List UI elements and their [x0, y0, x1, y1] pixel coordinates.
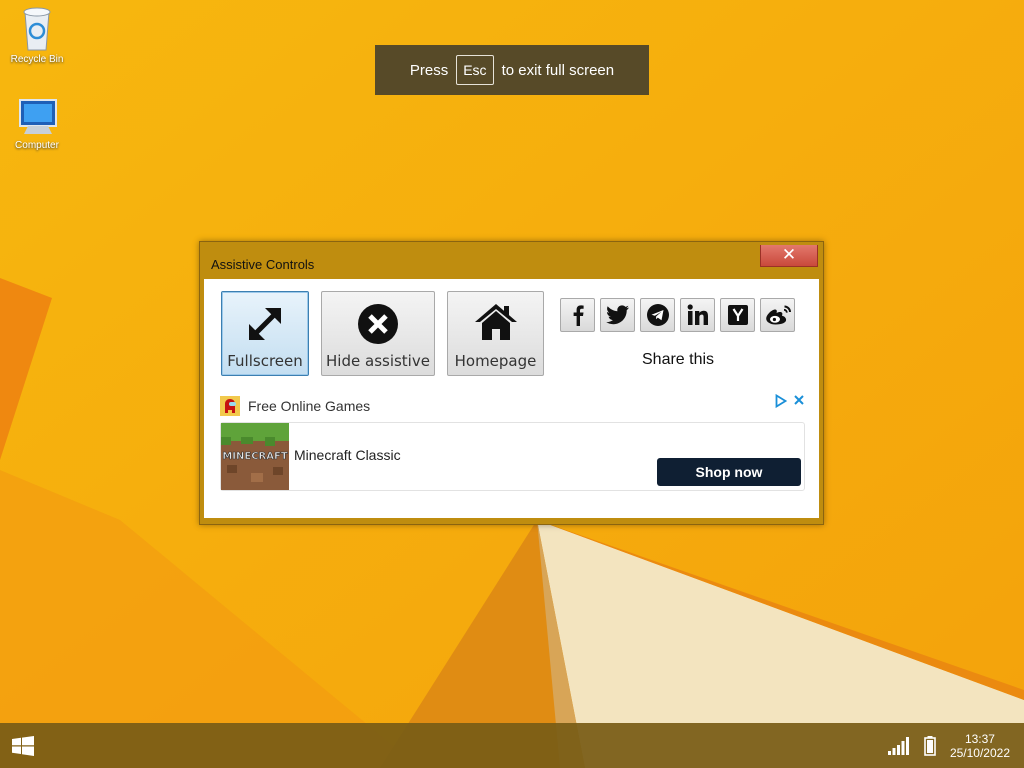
notice-suffix: to exit full screen [501, 61, 615, 79]
fullscreen-exit-notice: Press Esc to exit full screen [375, 45, 649, 95]
battery-icon[interactable] [924, 735, 936, 756]
homepage-button[interactable]: Homepage [447, 291, 544, 376]
ad-sponsor-header: Free Online Games [220, 396, 370, 416]
telegram-icon [646, 304, 669, 326]
ycombinator-icon [727, 305, 748, 325]
facebook-icon [573, 305, 584, 326]
share-this-label: Share this [642, 351, 715, 368]
close-button[interactable]: ✕ [760, 245, 818, 267]
network-signal-icon[interactable] [887, 736, 910, 755]
fullscreen-label: Fullscreen [227, 352, 303, 370]
hide-assistive-label: Hide assistive [326, 352, 430, 370]
share-ycombinator-button[interactable] [720, 298, 755, 332]
ad-sponsor-name: Free Online Games [248, 398, 371, 414]
desktop-icon-label: Computer [15, 140, 59, 151]
window-title: Assistive Controls [211, 257, 315, 272]
ad-card[interactable]: MINECRAFT Minecraft Classic Shop now [220, 422, 805, 491]
ad-close-icon[interactable] [793, 394, 805, 406]
window-content: Fullscreen Hide assistive Homepage Share… [204, 279, 819, 518]
ad-choices [775, 394, 805, 408]
expand-arrows-icon [249, 308, 281, 340]
desktop-icon-label: Recycle Bin [10, 54, 64, 65]
homepage-label: Homepage [454, 352, 537, 370]
among-us-icon [220, 396, 240, 416]
home-icon [474, 304, 517, 340]
ad-product-name: Minecraft Classic [294, 447, 401, 463]
recycle-bin-icon [23, 7, 51, 51]
share-telegram-button[interactable] [640, 298, 675, 332]
share-twitter-button[interactable] [600, 298, 635, 332]
clock-time: 13:37 [964, 731, 995, 746]
hide-assistive-button[interactable]: Hide assistive [321, 291, 435, 376]
share-weibo-button[interactable] [760, 298, 795, 332]
minecraft-logo-text: MINECRAFT [222, 451, 287, 462]
adchoices-icon[interactable] [775, 394, 787, 408]
minecraft-thumbnail: MINECRAFT [221, 423, 289, 490]
esc-key-label: Esc [456, 55, 494, 85]
desktop-icon-recycle-bin[interactable]: Recycle Bin [2, 4, 72, 65]
system-tray: 13:37 25/10/2022 [887, 723, 1010, 768]
desktop-icon-computer[interactable]: Computer [2, 96, 72, 151]
twitter-icon [605, 305, 629, 325]
weibo-icon [765, 305, 791, 325]
assistive-controls-window: Assistive Controls ✕ Fullscreen Hide ass… [199, 241, 824, 525]
notice-prefix: Press [409, 61, 449, 79]
windows-start-icon[interactable] [12, 736, 34, 756]
close-circle-icon [358, 304, 398, 344]
fullscreen-button[interactable]: Fullscreen [221, 291, 309, 376]
clock[interactable]: 13:37 25/10/2022 [950, 732, 1010, 760]
share-linkedin-button[interactable] [680, 298, 715, 332]
shop-now-button[interactable]: Shop now [657, 458, 801, 486]
linkedin-icon [687, 304, 708, 325]
taskbar: 13:37 25/10/2022 [0, 723, 1024, 768]
clock-date: 25/10/2022 [949, 745, 1010, 760]
computer-icon [19, 99, 57, 134]
share-facebook-button[interactable] [560, 298, 595, 332]
